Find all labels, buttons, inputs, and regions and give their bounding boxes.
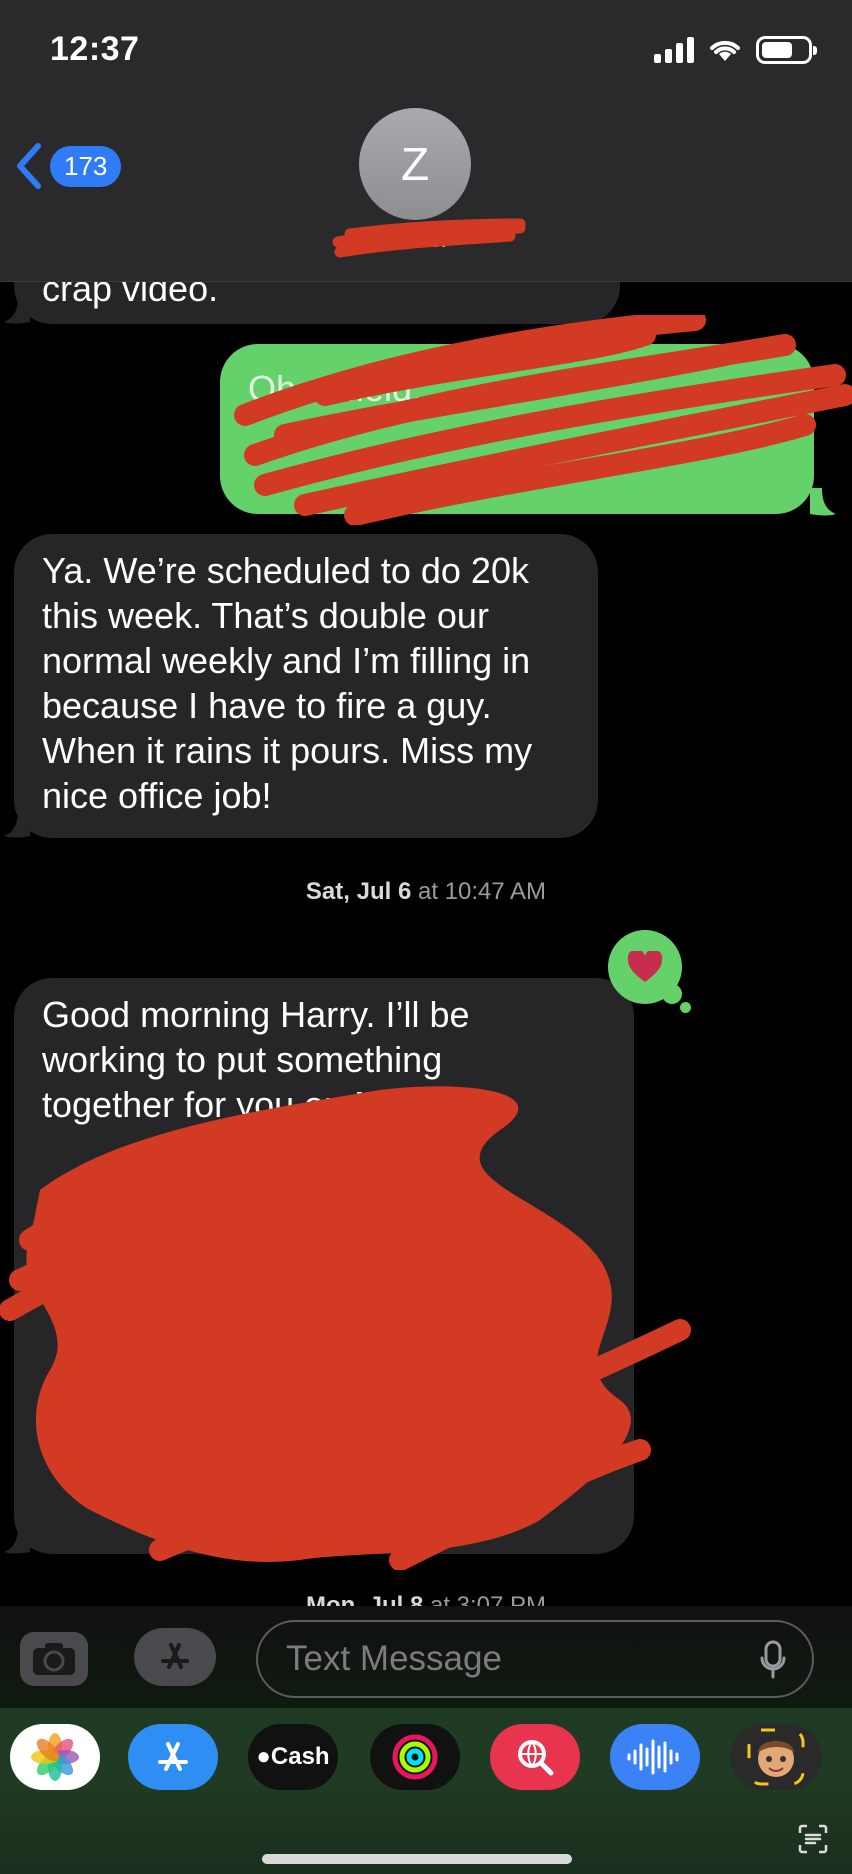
timestamp-day: Sat, Jul 6 [305,878,412,905]
status-time: 12:37 [50,30,140,68]
apple-cash-app-button[interactable]: ●Cash [248,1724,338,1790]
message-line: normal weekly and I’m filling in [42,640,531,681]
bubble-tail [810,488,836,516]
compose-bar [0,1606,852,1708]
message-line: Good morning Harry. I’ll be [42,994,470,1035]
avatar-initial: Z [400,138,430,190]
signal-icon [654,37,694,63]
live-text-scan-icon[interactable] [798,1824,828,1854]
message-input-field[interactable] [256,1620,814,1698]
message-incoming[interactable]: Ya. We’re scheduled to do 20k this week.… [14,534,598,838]
search-images-app-button[interactable] [490,1724,580,1790]
app-store-app-button[interactable] [128,1724,218,1790]
heart-icon [627,951,663,982]
tapback-bubble-dot [662,984,682,1004]
message-outgoing[interactable]: Oh ... field. [220,344,814,514]
camera-icon [33,1643,75,1675]
back-button[interactable]: 173 [14,142,122,190]
message-text: Oh ... field. [248,368,423,409]
app-store-button[interactable] [134,1628,216,1686]
microphone-icon[interactable] [760,1640,786,1680]
camera-button[interactable] [20,1632,88,1686]
magnifier-globe-icon [518,1740,554,1776]
app-store-icon [161,1643,189,1669]
app-store-icon [158,1742,188,1771]
contact-name[interactable]: Zach > [340,226,520,254]
message-line: working to put something [42,1039,443,1080]
chevron-left-icon [17,143,41,189]
waveform-icon [627,1739,679,1775]
bubble-tail [4,1526,30,1554]
message-line: nice office job! [42,775,272,816]
conversation-header: 12:37 173 Z Zach > [0,0,852,282]
memoji-icon [747,1728,805,1786]
cash-label: Cash [270,1743,330,1770]
bubble-tail [4,810,30,838]
battery-icon [756,36,817,64]
apple-icon: ● [256,1743,271,1770]
photos-icon [31,1733,79,1781]
activity-rings-icon [392,1734,438,1780]
bubble-tail [4,296,30,324]
activity-app-button[interactable] [370,1724,460,1790]
message-line: When it rains it pours. Miss my [42,730,533,771]
tapback-bubble-dot [680,1002,691,1013]
photos-app-button[interactable] [10,1724,100,1790]
imessage-app-drawer: ●Cash [0,1708,852,1874]
memoji-app-button[interactable] [730,1724,822,1790]
message-line: because I have to fire a guy. [42,685,492,726]
message-line: together for you on Mon [42,1084,425,1125]
message-incoming[interactable]: Good morning Harry. I’ll be working to p… [14,978,634,1554]
audio-message-app-button[interactable] [610,1724,700,1790]
timestamp-time: at 10:47 AM [411,878,547,905]
message-line: this week. That’s double our [42,595,489,636]
message-input[interactable] [286,1622,726,1696]
contact-avatar[interactable]: Z [359,108,471,220]
unread-count-badge: 173 [50,145,122,187]
wifi-icon [710,40,740,61]
status-icons [654,36,817,64]
message-line: Ya. We’re scheduled to do 20k [42,550,529,591]
home-indicator[interactable] [262,1854,572,1864]
timestamp: Sat, Jul 6 at 10:47 AM [0,878,852,906]
